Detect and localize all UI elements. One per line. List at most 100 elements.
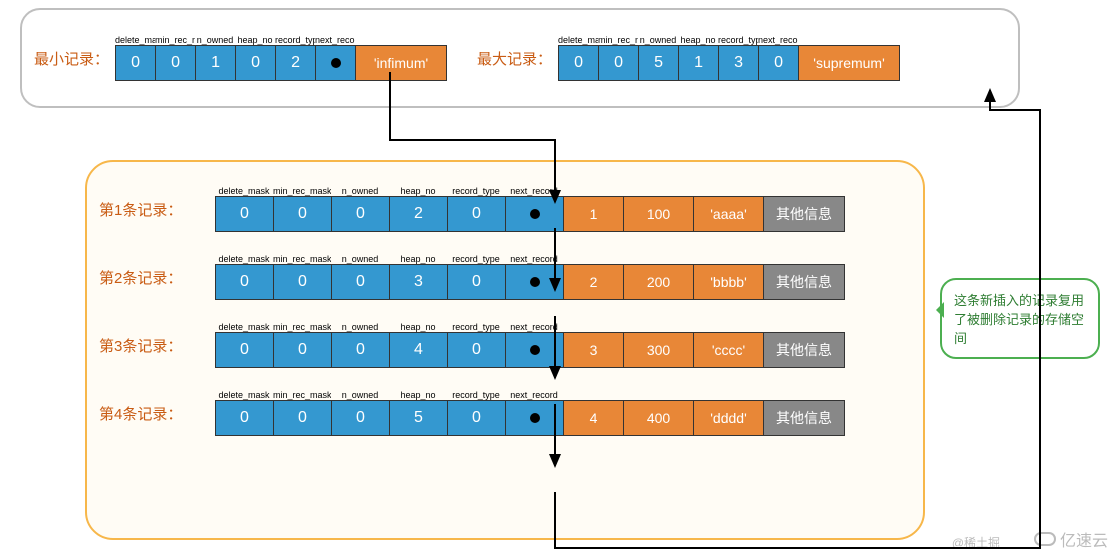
body-cell: 'aaaa' (694, 197, 764, 231)
header-cell: 0 (448, 401, 506, 435)
header-cell: 0 (332, 197, 390, 231)
record-row: 第2条记录： delete_maskmin_rec_maskn_ownedheap… (99, 254, 911, 300)
field-label: heap_no (235, 35, 275, 45)
header-cell: 2 (390, 197, 448, 231)
header-cell: 0 (216, 197, 274, 231)
field-label: heap_no (389, 390, 447, 400)
header-cell: 2 (276, 46, 316, 80)
body-cell: 200 (624, 265, 694, 299)
header-cell: 0 (216, 401, 274, 435)
record-cells: 000504400'dddd'其他信息 (215, 400, 845, 436)
header-cell: 1 (196, 46, 236, 80)
body-cell: 'dddd' (694, 401, 764, 435)
field-label: delete_mask (215, 322, 273, 332)
header-cell: 0 (216, 333, 274, 367)
body-cell: 100 (624, 197, 694, 231)
field-label: delete_mask (115, 35, 155, 45)
header-cell: 0 (156, 46, 196, 80)
watermark-yisu: 亿速云 (1034, 527, 1108, 551)
record-field-labels: delete_maskmin_rec_maskn_ownedheap_norec… (215, 254, 845, 264)
max-record-block: 最大记录： delete_maskmin_rec_maskn_ownedheap… (477, 35, 900, 81)
min-record-field-labels: delete_maskmin_rec_maskn_ownedheap_norec… (115, 35, 447, 45)
body-cell: 300 (624, 333, 694, 367)
max-record-field-labels: delete_maskmin_rec_maskn_ownedheap_norec… (558, 35, 900, 45)
min-record-cells: 00102'infimum' (115, 45, 447, 81)
watermark-juejin: @稀土掘 (952, 534, 1000, 551)
body-cell: 'bbbb' (694, 265, 764, 299)
field-label: min_rec_mask (273, 390, 331, 400)
field-label: delete_mask (215, 390, 273, 400)
header-cell: 0 (448, 333, 506, 367)
next-record-dot (331, 58, 341, 68)
field-label: n_owned (331, 254, 389, 264)
field-label: record_type (447, 186, 505, 196)
record-cells: 000302200'bbbb'其他信息 (215, 264, 845, 300)
field-label: next_record (505, 186, 563, 196)
header-cell: 0 (448, 265, 506, 299)
next-record-dot (530, 209, 540, 219)
header-cell: 0 (448, 197, 506, 231)
next-record-dot (530, 345, 540, 355)
field-label: record_type (718, 35, 758, 45)
field-label: min_rec_mask (273, 322, 331, 332)
record-cells: 000403300'cccc'其他信息 (215, 332, 845, 368)
header-cell (506, 265, 564, 299)
body-cell: 400 (624, 401, 694, 435)
field-label: n_owned (331, 390, 389, 400)
body-cell: 其他信息 (764, 265, 844, 299)
min-record-label: 最小记录： (34, 48, 109, 69)
field-label: heap_no (389, 186, 447, 196)
body-cell: 2 (564, 265, 624, 299)
field-label: next_record (505, 254, 563, 264)
header-cell: 0 (216, 265, 274, 299)
field-label: min_rec_mask (273, 254, 331, 264)
field-label: heap_no (389, 322, 447, 332)
max-record-label: 最大记录： (477, 48, 552, 69)
field-label: record_type (447, 254, 505, 264)
field-label: delete_mask (215, 254, 273, 264)
record-field-labels: delete_maskmin_rec_maskn_ownedheap_norec… (215, 390, 845, 400)
next-record-dot (530, 413, 540, 423)
field-label: n_owned (638, 35, 678, 45)
field-label: heap_no (389, 254, 447, 264)
max-record-cells: 005130'supremum' (558, 45, 900, 81)
header-cell: 3 (719, 46, 759, 80)
header-cell: 0 (116, 46, 156, 80)
record-label: 第3条记录： (99, 335, 209, 356)
body-cell: 1 (564, 197, 624, 231)
header-cell (506, 197, 564, 231)
field-label: min_rec_mask (598, 35, 638, 45)
body-cell: 其他信息 (764, 197, 844, 231)
field-label: n_owned (331, 322, 389, 332)
body-cell: 'supremum' (799, 46, 899, 80)
header-cell: 0 (599, 46, 639, 80)
field-label: n_owned (331, 186, 389, 196)
field-label: heap_no (678, 35, 718, 45)
header-cell: 4 (390, 333, 448, 367)
header-cell: 0 (332, 333, 390, 367)
user-records-box: 第1条记录：delete_maskmin_rec_maskn_ownedheap… (85, 160, 925, 540)
max-record-table: delete_maskmin_rec_maskn_ownedheap_norec… (558, 35, 900, 81)
next-record-dot (530, 277, 540, 287)
field-label: next_record (758, 35, 798, 45)
header-cell: 0 (274, 265, 332, 299)
field-label: min_rec_mask (273, 186, 331, 196)
field-label: next_record (505, 390, 563, 400)
body-cell: 'infimum' (356, 46, 446, 80)
record-field-labels: delete_maskmin_rec_maskn_ownedheap_norec… (215, 186, 845, 196)
header-cell (506, 333, 564, 367)
header-cell (316, 46, 356, 80)
header-cell: 0 (559, 46, 599, 80)
record-row: 第3条记录： delete_maskmin_rec_maskn_ownedheap… (99, 322, 911, 368)
header-cell: 5 (639, 46, 679, 80)
header-cell: 1 (679, 46, 719, 80)
field-label: record_type (275, 35, 315, 45)
header-cell (506, 401, 564, 435)
field-label: n_owned (195, 35, 235, 45)
header-cell: 0 (332, 401, 390, 435)
record-label: 第2条记录： (99, 267, 209, 288)
field-label: next_record (315, 35, 355, 45)
cloud-icon (1034, 532, 1056, 546)
header-cell: 0 (274, 333, 332, 367)
min-record-table: delete_maskmin_rec_maskn_ownedheap_norec… (115, 35, 447, 81)
